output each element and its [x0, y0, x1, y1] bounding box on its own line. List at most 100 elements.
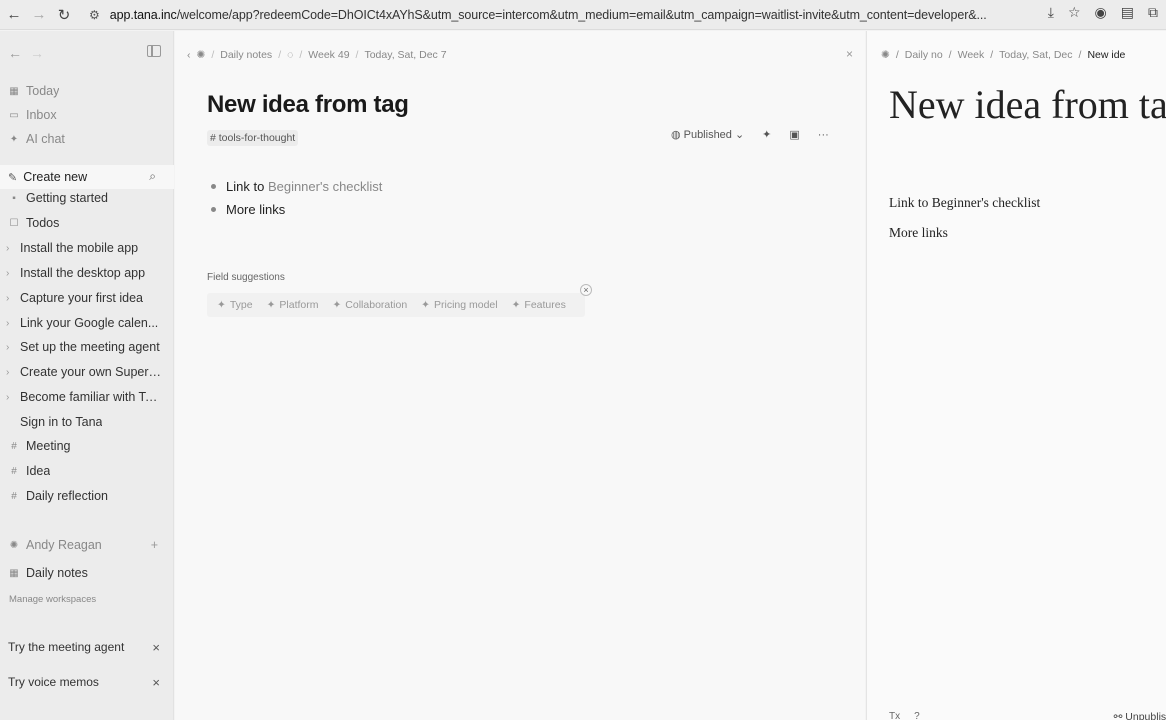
book-icon: ▪ — [12, 192, 16, 204]
sparkle-icon: ✦ — [266, 299, 276, 311]
sidebar-item-meeting[interactable]: # Meeting — [0, 435, 174, 457]
breadcrumb-week[interactable]: Week — [958, 49, 985, 61]
sidebar-item-todo[interactable]: › Install the desktop app — [0, 262, 174, 284]
sparkle-icon[interactable]: ✦ — [762, 128, 771, 141]
suggestion-collaboration[interactable]: ✦ Collaboration — [332, 299, 407, 311]
hash-icon: # — [11, 465, 17, 477]
sparkle-icon: ✦ — [217, 299, 226, 311]
text-format-icon[interactable]: Tx — [889, 711, 900, 720]
sidebar-item-todo[interactable]: › Link your Google calen... — [0, 312, 174, 334]
published-button[interactable]: ◍ Published ⌄ — [671, 128, 744, 142]
sidebar-item-ai-chat[interactable]: ✦ AI chat — [0, 128, 174, 150]
chevron-left-icon[interactable]: ‹ — [187, 49, 191, 61]
manage-workspaces-link[interactable]: Manage workspaces — [9, 594, 96, 605]
sidebar-toggle-icon[interactable] — [147, 45, 161, 57]
chevron-right-icon[interactable]: › — [6, 318, 18, 329]
node-link[interactable]: Beginner's checklist — [268, 179, 382, 194]
sidebar-item-getting-started[interactable]: ▪ Getting started — [0, 189, 174, 207]
layout-icon[interactable]: ▣ — [789, 128, 799, 141]
breadcrumb-daily-notes[interactable]: Daily no — [905, 49, 943, 61]
publish-preview-panel: ✺ / Daily no / Week / Today, Sat, Dec / … — [866, 31, 1166, 720]
breadcrumb-current: New ide — [1087, 49, 1126, 61]
inbox-icon: ▭ — [9, 109, 19, 121]
outline: Link to Beginner's checklist More links — [211, 175, 382, 221]
chevron-right-icon[interactable]: › — [6, 367, 18, 378]
address-bar[interactable]: app.tana.inc/welcome/app?redeemCode=DhOI… — [110, 8, 990, 22]
browser-actions: ⤓ ☆ ◉ ▤ ⧉ — [1048, 4, 1158, 21]
calendar-icon: ▦ — [9, 567, 19, 579]
preview-breadcrumb: ✺ / Daily no / Week / Today, Sat, Dec / … — [881, 49, 1126, 61]
search-icon[interactable]: ⌕ — [149, 169, 156, 184]
chevron-right-icon[interactable]: › — [6, 342, 18, 353]
site-settings-icon[interactable]: ⚙ — [89, 8, 100, 22]
promo-voice-memos[interactable]: Try voice memos × — [0, 670, 174, 694]
list-item[interactable]: More links — [211, 198, 382, 221]
workspace-header[interactable]: ✺ Andy Reagan + — [0, 534, 174, 556]
supertag-badge[interactable]: # tools-for-thought — [207, 130, 299, 146]
more-icon[interactable]: ··· — [818, 129, 829, 141]
breadcrumb-today[interactable]: Today, Sat, Dec — [999, 49, 1072, 61]
sidebar-item-todo[interactable]: › Capture your first idea — [0, 287, 174, 309]
bullet-icon[interactable] — [211, 184, 216, 189]
sidebar-item-todo[interactable]: › Create your own Supert... — [0, 361, 174, 383]
workspace-avatar-icon[interactable]: ✺ — [197, 49, 206, 61]
calendar-icon: ◌ — [287, 49, 294, 61]
sidebar-back-icon[interactable]: ← — [8, 45, 22, 61]
extension-icon[interactable]: ◉ — [1095, 4, 1107, 21]
suggestion-platform[interactable]: ✦ Platform — [267, 299, 319, 311]
clipboard-icon[interactable]: ▤ — [1121, 4, 1134, 21]
sidebar-item-todo[interactable]: › Install the mobile app — [0, 237, 174, 259]
promo-meeting-agent[interactable]: Try the meeting agent × — [0, 635, 174, 659]
link-icon: ⚯ — [1113, 711, 1123, 720]
main-panel: ‹ ✺ / Daily notes / ◌ / Week 49 / Today,… — [175, 31, 865, 720]
chevron-right-icon[interactable]: › — [6, 268, 18, 279]
chevron-right-icon[interactable]: › — [6, 243, 18, 254]
sidebar-item-todo[interactable]: › Set up the meeting agent — [0, 336, 174, 358]
close-icon[interactable]: × — [580, 284, 592, 296]
install-icon[interactable]: ⤓ — [1048, 4, 1054, 21]
sparkle-icon: ✦ — [421, 299, 430, 311]
breadcrumb-daily-notes[interactable]: Daily notes — [220, 49, 272, 61]
sidebar-item-todo[interactable]: ›Sign in to Tana — [0, 411, 174, 433]
sidebar-item-todos[interactable]: ☐ Todos — [0, 212, 174, 234]
sidebar-item-idea[interactable]: # Idea — [0, 460, 174, 482]
calendar-icon: ▦ — [9, 85, 19, 97]
workspace-avatar-icon: ✺ — [881, 49, 890, 61]
create-new-button[interactable]: ✎ Create new ⌕ — [0, 165, 174, 189]
star-icon[interactable]: ☆ — [1068, 4, 1081, 21]
bullet-icon[interactable] — [211, 207, 216, 212]
sidebar-item-inbox[interactable]: ▭ Inbox — [0, 104, 174, 126]
sidebar-item-today[interactable]: ▦ Today — [0, 80, 174, 102]
sidebar-item-daily-notes[interactable]: ▦ Daily notes — [0, 562, 174, 584]
arrow-left-icon[interactable]: ← — [3, 4, 25, 26]
sidebar-item-daily-reflection[interactable]: # Daily reflection — [0, 485, 174, 507]
sidebar-forward-icon[interactable]: → — [30, 45, 44, 61]
breadcrumb-today[interactable]: Today, Sat, Dec 7 — [364, 49, 446, 61]
puzzle-icon[interactable]: ⧉ — [1148, 4, 1158, 21]
chevron-right-icon[interactable]: › — [6, 293, 18, 304]
page-title[interactable]: New idea from tag — [207, 91, 409, 119]
suggestion-features[interactable]: ✦ Features — [512, 299, 566, 311]
workspace-avatar-icon: ✺ — [9, 539, 19, 551]
unpublish-button[interactable]: ⚯ Unpublish — [1114, 711, 1166, 720]
hash-icon: # — [11, 490, 17, 502]
close-panel-icon[interactable]: × — [846, 47, 853, 61]
field-suggestions: ✦ Type ✦ Platform ✦ Collaboration ✦ Pricing … — [207, 293, 585, 317]
add-icon[interactable]: + — [151, 538, 158, 552]
close-icon[interactable]: × — [152, 640, 160, 655]
breadcrumb-week[interactable]: Week 49 — [308, 49, 349, 61]
todo-icon: ☐ — [9, 217, 19, 229]
suggestion-pricing-model[interactable]: ✦ Pricing model — [421, 299, 497, 311]
sidebar: ← → ▦ Today ▭ Inbox ✦ AI chat ✎ Create new … — [0, 31, 174, 720]
field-suggestions-label: Field suggestions — [207, 272, 285, 283]
suggestion-type[interactable]: ✦ Type — [217, 299, 253, 311]
reload-icon[interactable]: ↻ — [53, 4, 75, 26]
help-icon[interactable]: ? — [914, 711, 920, 720]
preview-line: Link to Beginner's checklist — [889, 195, 1041, 210]
chevron-right-icon[interactable]: › — [6, 392, 18, 403]
sidebar-item-todo[interactable]: › Become familiar with Ta... — [0, 386, 174, 408]
close-icon[interactable]: × — [152, 675, 160, 690]
list-item[interactable]: Link to Beginner's checklist — [211, 175, 382, 198]
globe-icon: ◍ — [671, 129, 681, 141]
arrow-right-icon[interactable]: → — [28, 4, 50, 26]
